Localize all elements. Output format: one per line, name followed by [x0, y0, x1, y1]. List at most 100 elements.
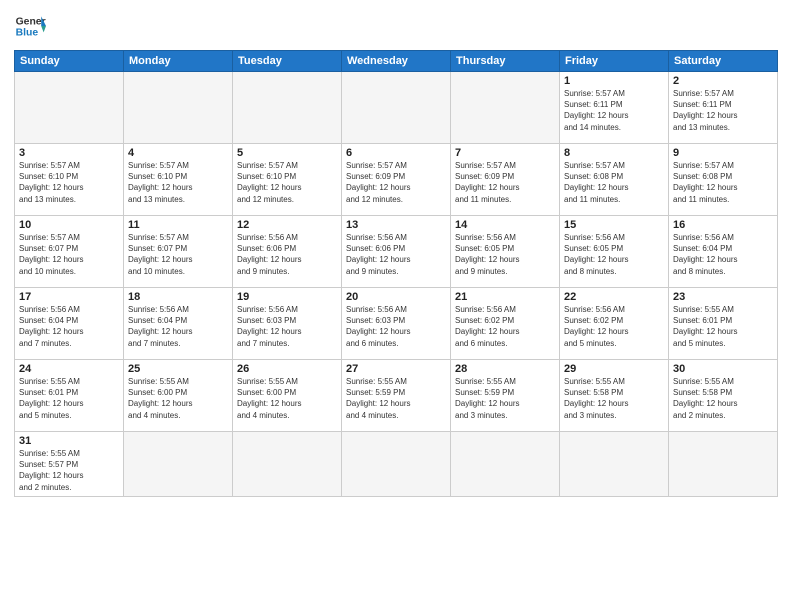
day-info: Sunrise: 5:55 AMSunset: 5:57 PMDaylight:… [19, 448, 119, 493]
calendar-cell: 13Sunrise: 5:56 AMSunset: 6:06 PMDayligh… [342, 216, 451, 288]
calendar-cell: 2Sunrise: 5:57 AMSunset: 6:11 PMDaylight… [669, 72, 778, 144]
week-row-1: 1Sunrise: 5:57 AMSunset: 6:11 PMDaylight… [15, 72, 778, 144]
day-number: 11 [128, 219, 228, 231]
day-number: 22 [564, 291, 664, 303]
day-number: 7 [455, 147, 555, 159]
day-info: Sunrise: 5:57 AMSunset: 6:07 PMDaylight:… [128, 232, 228, 277]
calendar-cell: 17Sunrise: 5:56 AMSunset: 6:04 PMDayligh… [15, 288, 124, 360]
day-number: 5 [237, 147, 337, 159]
day-info: Sunrise: 5:55 AMSunset: 5:59 PMDaylight:… [455, 376, 555, 421]
day-info: Sunrise: 5:57 AMSunset: 6:08 PMDaylight:… [673, 160, 773, 205]
calendar-cell: 16Sunrise: 5:56 AMSunset: 6:04 PMDayligh… [669, 216, 778, 288]
day-info: Sunrise: 5:57 AMSunset: 6:07 PMDaylight:… [19, 232, 119, 277]
calendar-cell: 23Sunrise: 5:55 AMSunset: 6:01 PMDayligh… [669, 288, 778, 360]
day-number: 19 [237, 291, 337, 303]
day-info: Sunrise: 5:55 AMSunset: 6:01 PMDaylight:… [19, 376, 119, 421]
calendar-cell [451, 72, 560, 144]
calendar-cell: 4Sunrise: 5:57 AMSunset: 6:10 PMDaylight… [124, 144, 233, 216]
day-info: Sunrise: 5:56 AMSunset: 6:02 PMDaylight:… [564, 304, 664, 349]
day-number: 25 [128, 363, 228, 375]
day-number: 17 [19, 291, 119, 303]
calendar-cell: 20Sunrise: 5:56 AMSunset: 6:03 PMDayligh… [342, 288, 451, 360]
page: General Blue SundayMondayTuesdayWednesda… [0, 0, 792, 612]
day-number: 15 [564, 219, 664, 231]
logo-icon: General Blue [14, 10, 46, 42]
calendar-cell [342, 72, 451, 144]
day-info: Sunrise: 5:55 AMSunset: 5:58 PMDaylight:… [673, 376, 773, 421]
day-info: Sunrise: 5:56 AMSunset: 6:04 PMDaylight:… [19, 304, 119, 349]
day-info: Sunrise: 5:57 AMSunset: 6:11 PMDaylight:… [673, 88, 773, 133]
day-number: 31 [19, 435, 119, 447]
day-info: Sunrise: 5:56 AMSunset: 6:04 PMDaylight:… [673, 232, 773, 277]
week-row-4: 17Sunrise: 5:56 AMSunset: 6:04 PMDayligh… [15, 288, 778, 360]
calendar-cell: 29Sunrise: 5:55 AMSunset: 5:58 PMDayligh… [560, 360, 669, 432]
day-info: Sunrise: 5:55 AMSunset: 6:00 PMDaylight:… [128, 376, 228, 421]
week-row-2: 3Sunrise: 5:57 AMSunset: 6:10 PMDaylight… [15, 144, 778, 216]
day-number: 12 [237, 219, 337, 231]
week-row-3: 10Sunrise: 5:57 AMSunset: 6:07 PMDayligh… [15, 216, 778, 288]
day-number: 8 [564, 147, 664, 159]
day-info: Sunrise: 5:57 AMSunset: 6:10 PMDaylight:… [128, 160, 228, 205]
calendar-cell [342, 432, 451, 497]
calendar: SundayMondayTuesdayWednesdayThursdayFrid… [14, 50, 778, 497]
weekday-header-row: SundayMondayTuesdayWednesdayThursdayFrid… [15, 51, 778, 72]
day-info: Sunrise: 5:56 AMSunset: 6:05 PMDaylight:… [455, 232, 555, 277]
calendar-cell [560, 432, 669, 497]
calendar-cell: 22Sunrise: 5:56 AMSunset: 6:02 PMDayligh… [560, 288, 669, 360]
calendar-cell: 26Sunrise: 5:55 AMSunset: 6:00 PMDayligh… [233, 360, 342, 432]
calendar-cell: 6Sunrise: 5:57 AMSunset: 6:09 PMDaylight… [342, 144, 451, 216]
calendar-cell [15, 72, 124, 144]
day-info: Sunrise: 5:55 AMSunset: 5:58 PMDaylight:… [564, 376, 664, 421]
calendar-cell: 7Sunrise: 5:57 AMSunset: 6:09 PMDaylight… [451, 144, 560, 216]
calendar-cell [124, 432, 233, 497]
day-number: 4 [128, 147, 228, 159]
day-info: Sunrise: 5:55 AMSunset: 6:00 PMDaylight:… [237, 376, 337, 421]
day-number: 6 [346, 147, 446, 159]
calendar-cell: 19Sunrise: 5:56 AMSunset: 6:03 PMDayligh… [233, 288, 342, 360]
calendar-cell [124, 72, 233, 144]
weekday-header-tuesday: Tuesday [233, 51, 342, 72]
day-info: Sunrise: 5:56 AMSunset: 6:06 PMDaylight:… [346, 232, 446, 277]
day-number: 24 [19, 363, 119, 375]
calendar-cell: 3Sunrise: 5:57 AMSunset: 6:10 PMDaylight… [15, 144, 124, 216]
week-row-6: 31Sunrise: 5:55 AMSunset: 5:57 PMDayligh… [15, 432, 778, 497]
day-info: Sunrise: 5:55 AMSunset: 6:01 PMDaylight:… [673, 304, 773, 349]
logo: General Blue [14, 10, 46, 42]
day-info: Sunrise: 5:57 AMSunset: 6:09 PMDaylight:… [346, 160, 446, 205]
day-number: 27 [346, 363, 446, 375]
calendar-cell: 14Sunrise: 5:56 AMSunset: 6:05 PMDayligh… [451, 216, 560, 288]
calendar-cell: 15Sunrise: 5:56 AMSunset: 6:05 PMDayligh… [560, 216, 669, 288]
day-info: Sunrise: 5:57 AMSunset: 6:09 PMDaylight:… [455, 160, 555, 205]
svg-text:Blue: Blue [16, 28, 39, 39]
day-number: 29 [564, 363, 664, 375]
day-info: Sunrise: 5:55 AMSunset: 5:59 PMDaylight:… [346, 376, 446, 421]
day-number: 10 [19, 219, 119, 231]
day-number: 1 [564, 75, 664, 87]
day-number: 26 [237, 363, 337, 375]
day-info: Sunrise: 5:56 AMSunset: 6:05 PMDaylight:… [564, 232, 664, 277]
day-info: Sunrise: 5:56 AMSunset: 6:02 PMDaylight:… [455, 304, 555, 349]
weekday-header-wednesday: Wednesday [342, 51, 451, 72]
day-info: Sunrise: 5:57 AMSunset: 6:10 PMDaylight:… [19, 160, 119, 205]
day-number: 3 [19, 147, 119, 159]
day-number: 21 [455, 291, 555, 303]
calendar-cell: 28Sunrise: 5:55 AMSunset: 5:59 PMDayligh… [451, 360, 560, 432]
calendar-cell: 24Sunrise: 5:55 AMSunset: 6:01 PMDayligh… [15, 360, 124, 432]
day-info: Sunrise: 5:56 AMSunset: 6:03 PMDaylight:… [237, 304, 337, 349]
day-number: 2 [673, 75, 773, 87]
calendar-cell: 9Sunrise: 5:57 AMSunset: 6:08 PMDaylight… [669, 144, 778, 216]
day-info: Sunrise: 5:56 AMSunset: 6:03 PMDaylight:… [346, 304, 446, 349]
day-number: 23 [673, 291, 773, 303]
day-info: Sunrise: 5:57 AMSunset: 6:11 PMDaylight:… [564, 88, 664, 133]
calendar-cell: 12Sunrise: 5:56 AMSunset: 6:06 PMDayligh… [233, 216, 342, 288]
day-info: Sunrise: 5:56 AMSunset: 6:04 PMDaylight:… [128, 304, 228, 349]
day-info: Sunrise: 5:57 AMSunset: 6:08 PMDaylight:… [564, 160, 664, 205]
calendar-cell: 11Sunrise: 5:57 AMSunset: 6:07 PMDayligh… [124, 216, 233, 288]
calendar-cell: 31Sunrise: 5:55 AMSunset: 5:57 PMDayligh… [15, 432, 124, 497]
weekday-header-friday: Friday [560, 51, 669, 72]
calendar-cell: 8Sunrise: 5:57 AMSunset: 6:08 PMDaylight… [560, 144, 669, 216]
day-number: 16 [673, 219, 773, 231]
calendar-cell: 5Sunrise: 5:57 AMSunset: 6:10 PMDaylight… [233, 144, 342, 216]
calendar-cell: 10Sunrise: 5:57 AMSunset: 6:07 PMDayligh… [15, 216, 124, 288]
day-info: Sunrise: 5:56 AMSunset: 6:06 PMDaylight:… [237, 232, 337, 277]
